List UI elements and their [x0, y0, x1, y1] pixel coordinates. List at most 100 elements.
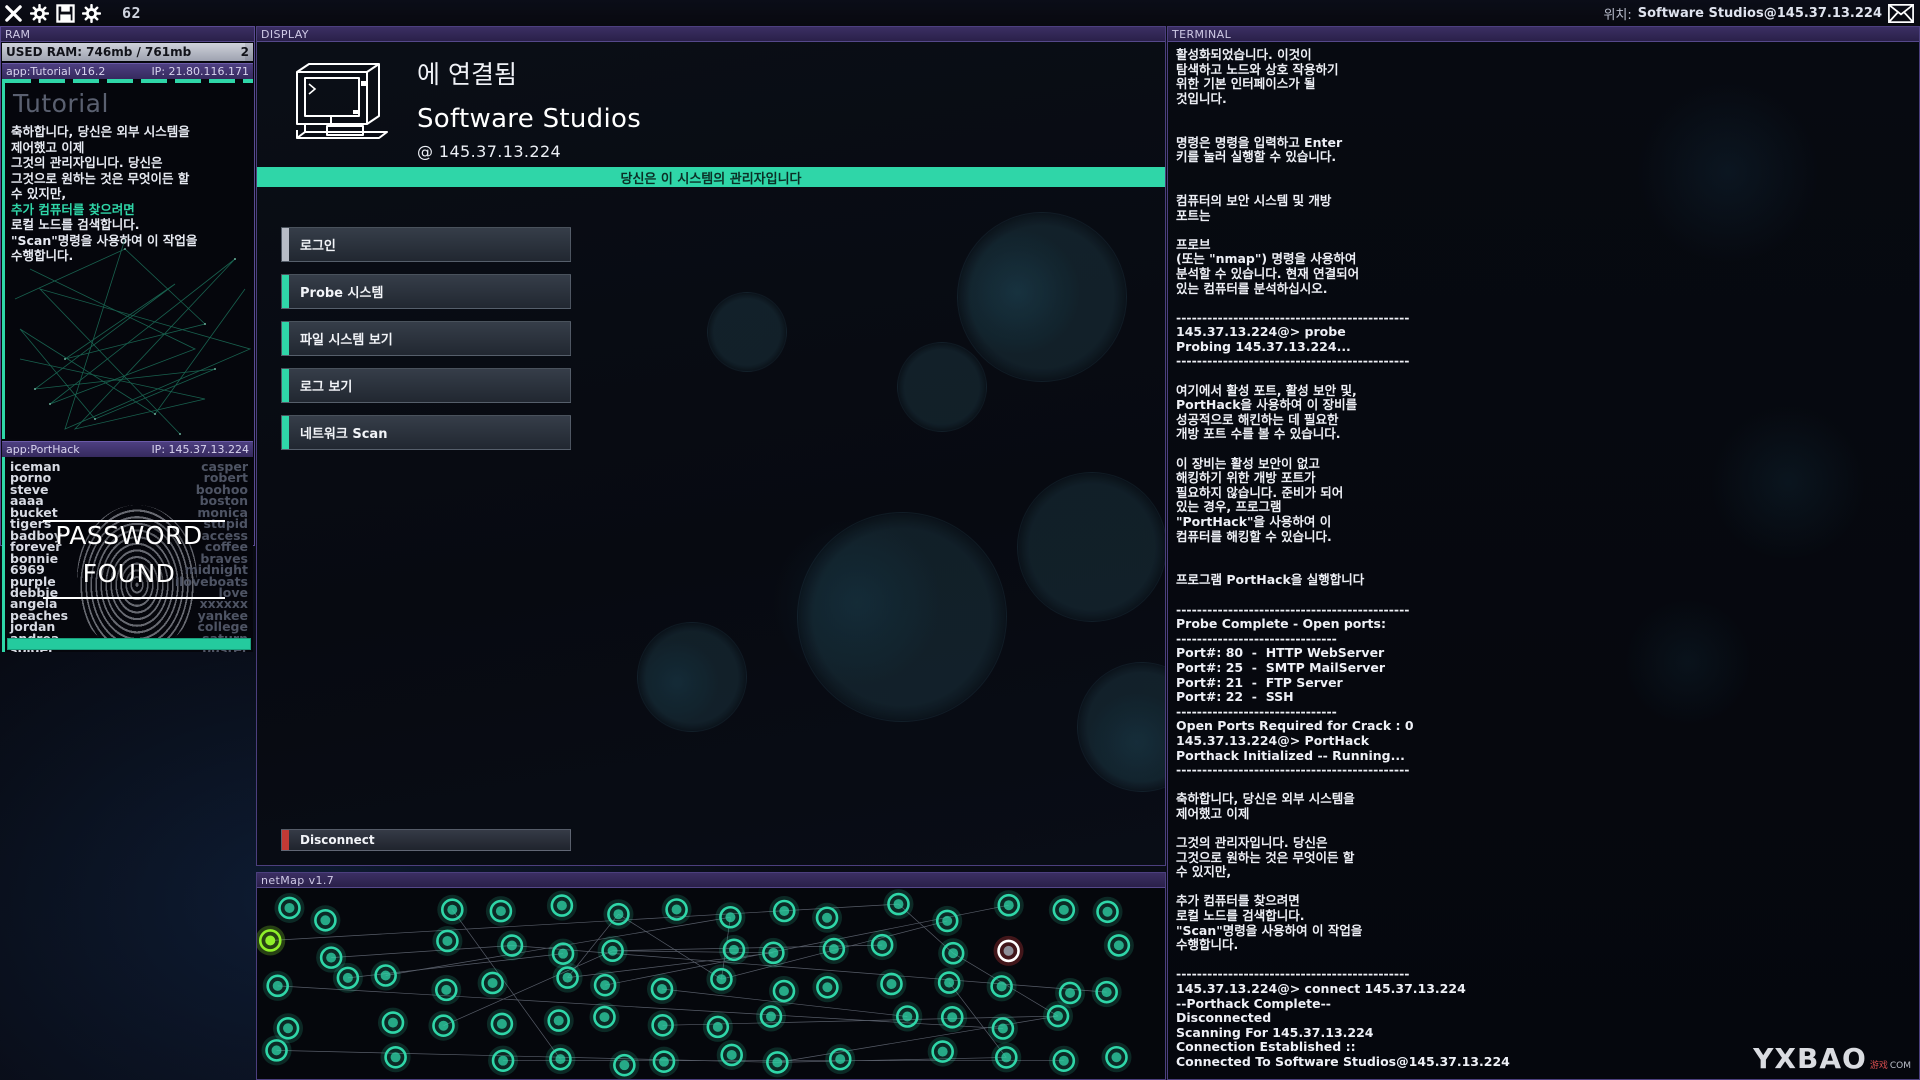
netmap-node[interactable] [543, 1005, 574, 1036]
netmap-node[interactable] [715, 902, 746, 933]
netmap-node[interactable] [597, 935, 628, 966]
netmap-node[interactable] [1103, 930, 1134, 961]
netmap-node[interactable] [755, 1001, 786, 1032]
app-module-tutorial[interactable]: app:Tutorial v16.2 IP: 21.80.116.171 Tut… [2, 63, 253, 439]
password-found-line2: FOUND [82, 559, 176, 588]
netmap-node[interactable] [310, 905, 341, 936]
netmap-node[interactable] [762, 1047, 793, 1078]
netmap-node[interactable] [883, 889, 914, 920]
netmap-graph[interactable] [257, 888, 1165, 1080]
netmap-node[interactable] [758, 937, 789, 968]
netmap-node[interactable] [768, 976, 799, 1007]
netmap-node[interactable] [892, 1001, 923, 1032]
netmap-node-core [553, 1015, 564, 1026]
display-menu-item-1[interactable]: Probe 시스템 [281, 274, 571, 309]
netmap-node[interactable] [380, 1042, 411, 1073]
netmap-node[interactable] [332, 962, 363, 993]
netmap-node[interactable] [986, 971, 1017, 1002]
settings-icon[interactable] [82, 3, 101, 23]
netmap-node[interactable] [1048, 894, 1079, 925]
netmap-node[interactable] [993, 935, 1024, 966]
netmap-node[interactable] [274, 892, 305, 923]
terminal-line: Port#: 25 - SMTP MailServer [1176, 659, 1386, 675]
netmap-node[interactable] [718, 934, 749, 965]
netmap-node[interactable] [646, 973, 677, 1004]
location-label: 위치: [1603, 7, 1632, 23]
netmap-node[interactable] [647, 1010, 678, 1041]
netmap-node[interactable] [261, 1035, 292, 1066]
porthack-titlebar[interactable]: app:PortHack IP: 145.37.13.224 [2, 441, 253, 457]
netmap-node[interactable] [818, 934, 849, 965]
netmap-node[interactable] [488, 1045, 519, 1076]
netmap-node-core [1058, 904, 1069, 915]
terminal-panel[interactable]: TERMINAL 활성화되었습니다. 이것이 탐색하고 노드와 상호 작용하기 위한… [1167, 26, 1920, 1080]
netmap-node[interactable] [769, 896, 800, 927]
display-menu-item-0[interactable]: 로그인 [281, 227, 571, 262]
netmap-node-core [496, 1018, 507, 1029]
netmap-node[interactable] [648, 1046, 679, 1077]
netmap-node[interactable] [552, 962, 583, 993]
netmap-node[interactable] [993, 890, 1024, 921]
netmap-node[interactable] [1092, 896, 1123, 927]
netmap-node[interactable] [702, 1011, 733, 1042]
netmap-node[interactable] [1043, 1001, 1074, 1032]
netmap-node[interactable] [1091, 977, 1122, 1008]
save-icon[interactable] [56, 3, 75, 23]
terminal-output[interactable]: 활성화되었습니다. 이것이 탐색하고 노드와 상호 작용하기 위한 기본 인터페이스… [1168, 42, 1919, 1078]
netmap-node[interactable] [1048, 1045, 1079, 1076]
netmap-node[interactable] [867, 930, 898, 961]
netmap-node[interactable] [377, 1007, 408, 1038]
netmap-node[interactable] [706, 964, 737, 995]
mail-icon[interactable] [1888, 3, 1914, 23]
netmap-node[interactable] [991, 1042, 1022, 1073]
terminal-line: 로컬 노드를 검색합니다. [1176, 908, 1305, 924]
netmap-node[interactable] [932, 905, 963, 936]
netmap-node[interactable] [257, 925, 286, 956]
display-menu-item-3[interactable]: 로그 보기 [281, 368, 571, 403]
netmap-node[interactable] [589, 1002, 620, 1033]
netmap-node[interactable] [432, 925, 463, 956]
netmap-node-core [944, 977, 955, 988]
netmap-node[interactable] [590, 970, 621, 1001]
netmap-node[interactable] [496, 930, 527, 961]
terminal-line: 축하합니다, 당신은 외부 시스템을 [1176, 791, 1355, 807]
netmap-node[interactable] [262, 970, 293, 1001]
close-icon[interactable] [4, 4, 23, 23]
netmap-node[interactable] [1101, 1042, 1132, 1073]
netmap-node[interactable] [937, 1002, 968, 1033]
app-module-porthack[interactable]: app:PortHack IP: 145.37.13.224 iceman po… [2, 441, 253, 652]
netmap-node[interactable] [716, 1039, 747, 1070]
terminal-line: 해킹하기 위한 개방 포트가 [1176, 470, 1316, 486]
display-menu-item-4[interactable]: 네트워크 Scan [281, 415, 571, 450]
netmap-node[interactable] [876, 968, 907, 999]
netmap-node[interactable] [934, 967, 965, 998]
netmap-link [270, 903, 899, 941]
netmap-node[interactable] [661, 894, 692, 925]
netmap-node[interactable] [477, 967, 508, 998]
netmap-node[interactable] [431, 974, 462, 1005]
netmap-node[interactable] [370, 960, 401, 991]
terminal-line: 컴퓨터의 보안 시스템 및 개방 [1176, 192, 1332, 208]
netmap-node[interactable] [938, 938, 969, 969]
netmap-node[interactable] [428, 1010, 459, 1041]
netmap-node[interactable] [486, 1008, 517, 1039]
tutorial-titlebar[interactable]: app:Tutorial v16.2 IP: 21.80.116.171 [2, 63, 253, 79]
gear-icon[interactable] [30, 3, 49, 23]
display-menu-item-2[interactable]: 파일 시스템 보기 [281, 321, 571, 356]
netmap-node[interactable] [546, 890, 577, 921]
netmap-node[interactable] [545, 1044, 576, 1075]
netmap-node[interactable] [609, 1050, 640, 1080]
netmap-node[interactable] [812, 972, 843, 1003]
netmap-node[interactable] [987, 1013, 1018, 1044]
netmap-node-core [442, 935, 453, 946]
netmap-node[interactable] [927, 1036, 958, 1067]
netmap-node[interactable] [603, 899, 634, 930]
netmap-node[interactable] [812, 902, 843, 933]
netmap-node[interactable] [825, 1044, 856, 1075]
netmap-node[interactable] [437, 894, 468, 925]
netmap-body[interactable] [257, 888, 1165, 1080]
disconnect-button[interactable]: Disconnect [281, 829, 571, 851]
netmap-node[interactable] [485, 896, 516, 927]
